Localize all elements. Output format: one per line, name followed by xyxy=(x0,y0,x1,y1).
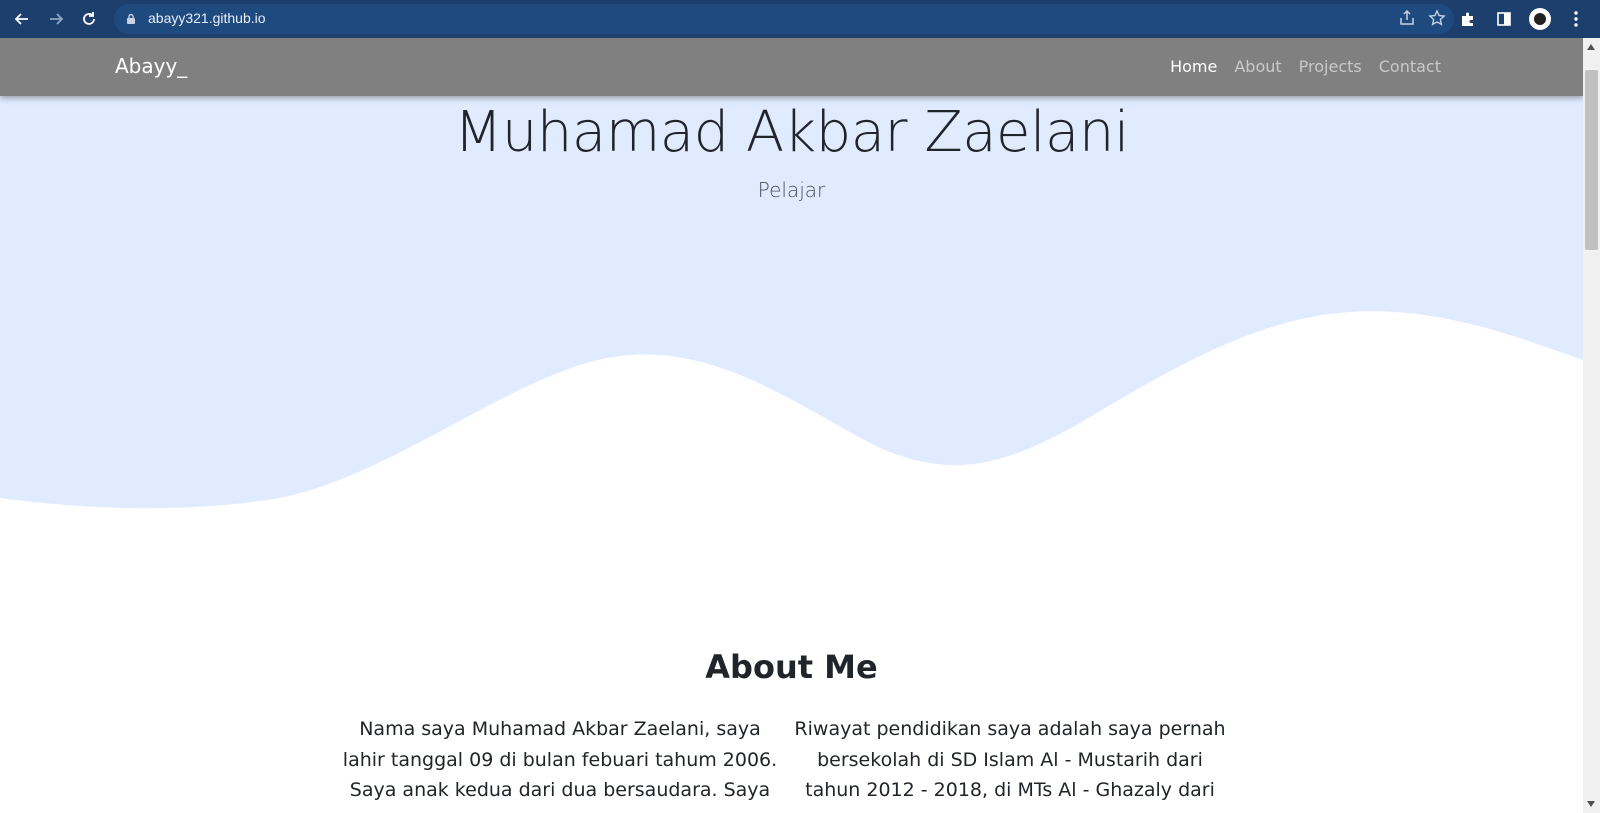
url-text: abayy321.github.io xyxy=(148,10,266,26)
nav-links: Home About Projects Contact xyxy=(1170,57,1441,76)
nav-link-home[interactable]: Home xyxy=(1170,57,1217,76)
side-panel-button[interactable] xyxy=(1488,3,1520,35)
hero-name: Muhamad Akbar Zaelani xyxy=(454,100,1129,165)
avatar xyxy=(1529,8,1551,30)
navbar: Abayy_ Home About Projects Contact xyxy=(0,38,1583,96)
extensions-button[interactable] xyxy=(1452,3,1484,35)
about-text-left: Nama saya Muhamad Akbar Zaelani, saya la… xyxy=(342,718,778,813)
scrollbar-thumb[interactable] xyxy=(1585,70,1598,250)
arrow-left-icon xyxy=(14,13,28,25)
more-vertical-icon xyxy=(1574,11,1578,27)
lock-icon xyxy=(127,13,135,24)
hero-section: Muhamad Akbar Zaelani Pelajar xyxy=(0,38,1583,558)
back-button[interactable] xyxy=(6,3,38,35)
arrow-right-icon xyxy=(50,13,64,25)
page-scrollbar[interactable] xyxy=(1583,38,1600,813)
nav-link-about[interactable]: About xyxy=(1234,57,1281,76)
profile-button[interactable] xyxy=(1524,3,1556,35)
share-icon[interactable] xyxy=(1398,9,1416,27)
scroll-up-arrow-icon[interactable] xyxy=(1587,44,1595,50)
address-bar[interactable]: abayy321.github.io xyxy=(114,4,1454,34)
toolbar-right xyxy=(1452,3,1592,35)
reload-icon xyxy=(83,12,95,25)
navbar-brand[interactable]: Abayy_ xyxy=(115,54,187,78)
about-text-right: Riwayat pendidikan saya adalah saya pern… xyxy=(794,718,1226,813)
page-viewport: Muhamad Akbar Zaelani Pelajar Abayy_ Hom… xyxy=(0,38,1583,813)
reload-button[interactable] xyxy=(73,3,105,35)
hero-wave xyxy=(0,311,1583,558)
forward-button[interactable] xyxy=(40,3,72,35)
about-title: About Me xyxy=(705,648,878,686)
browser-toolbar: abayy321.github.io xyxy=(0,0,1600,38)
address-bar-actions xyxy=(1398,9,1446,27)
nav-link-contact[interactable]: Contact xyxy=(1379,57,1441,76)
menu-button[interactable] xyxy=(1560,3,1592,35)
scroll-down-arrow-icon[interactable] xyxy=(1587,801,1595,807)
star-icon[interactable] xyxy=(1428,9,1446,27)
puzzle-icon xyxy=(1462,12,1473,26)
side-panel-icon xyxy=(1497,12,1511,26)
hero-role: Pelajar xyxy=(757,178,826,202)
nav-link-projects[interactable]: Projects xyxy=(1299,57,1362,76)
